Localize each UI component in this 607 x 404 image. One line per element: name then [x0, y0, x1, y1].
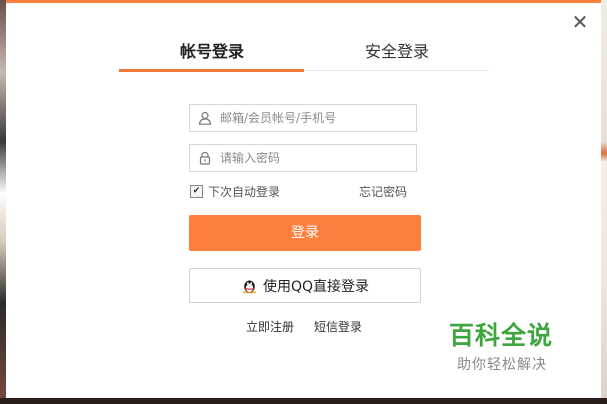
sms-login-link[interactable]: 短信登录 [314, 318, 362, 335]
login-button[interactable]: 登录 [189, 215, 421, 251]
tab-account-login[interactable]: 帐号登录 [180, 38, 244, 62]
register-link[interactable]: 立即注册 [246, 318, 294, 335]
auto-login-checkbox[interactable]: ✔ [190, 185, 203, 198]
login-dialog: ✕ 帐号登录 安全登录 ✔ 下次自动登录 忘记密码 登录 [6, 0, 601, 398]
qq-login-button[interactable]: 使用QQ直接登录 [189, 268, 421, 303]
watermark: 百科全说 助你轻松解决 [449, 321, 569, 374]
auto-login-label: 下次自动登录 [208, 185, 281, 199]
password-field[interactable] [189, 144, 417, 172]
password-input[interactable] [220, 148, 410, 168]
username-input[interactable] [220, 108, 410, 128]
username-field[interactable] [189, 104, 417, 132]
lock-icon [199, 151, 211, 165]
user-icon [198, 111, 212, 125]
qq-login-label: 使用QQ直接登录 [262, 278, 370, 295]
forgot-password-link[interactable]: 忘记密码 [359, 183, 407, 200]
tab-secure-login[interactable]: 安全登录 [365, 38, 429, 62]
active-tab-indicator [119, 69, 304, 72]
watermark-subtitle: 助你轻松解决 [457, 357, 547, 373]
login-tabs: 帐号登录 安全登录 [119, 28, 489, 73]
close-icon[interactable]: ✕ [569, 11, 591, 33]
auto-login-option[interactable]: ✔ 下次自动登录 [190, 183, 280, 200]
watermark-title: 百科全说 [449, 321, 554, 350]
qq-penguin-icon [242, 280, 257, 293]
background-right-strip [601, 0, 607, 404]
background-bottom-strip [0, 398, 607, 404]
